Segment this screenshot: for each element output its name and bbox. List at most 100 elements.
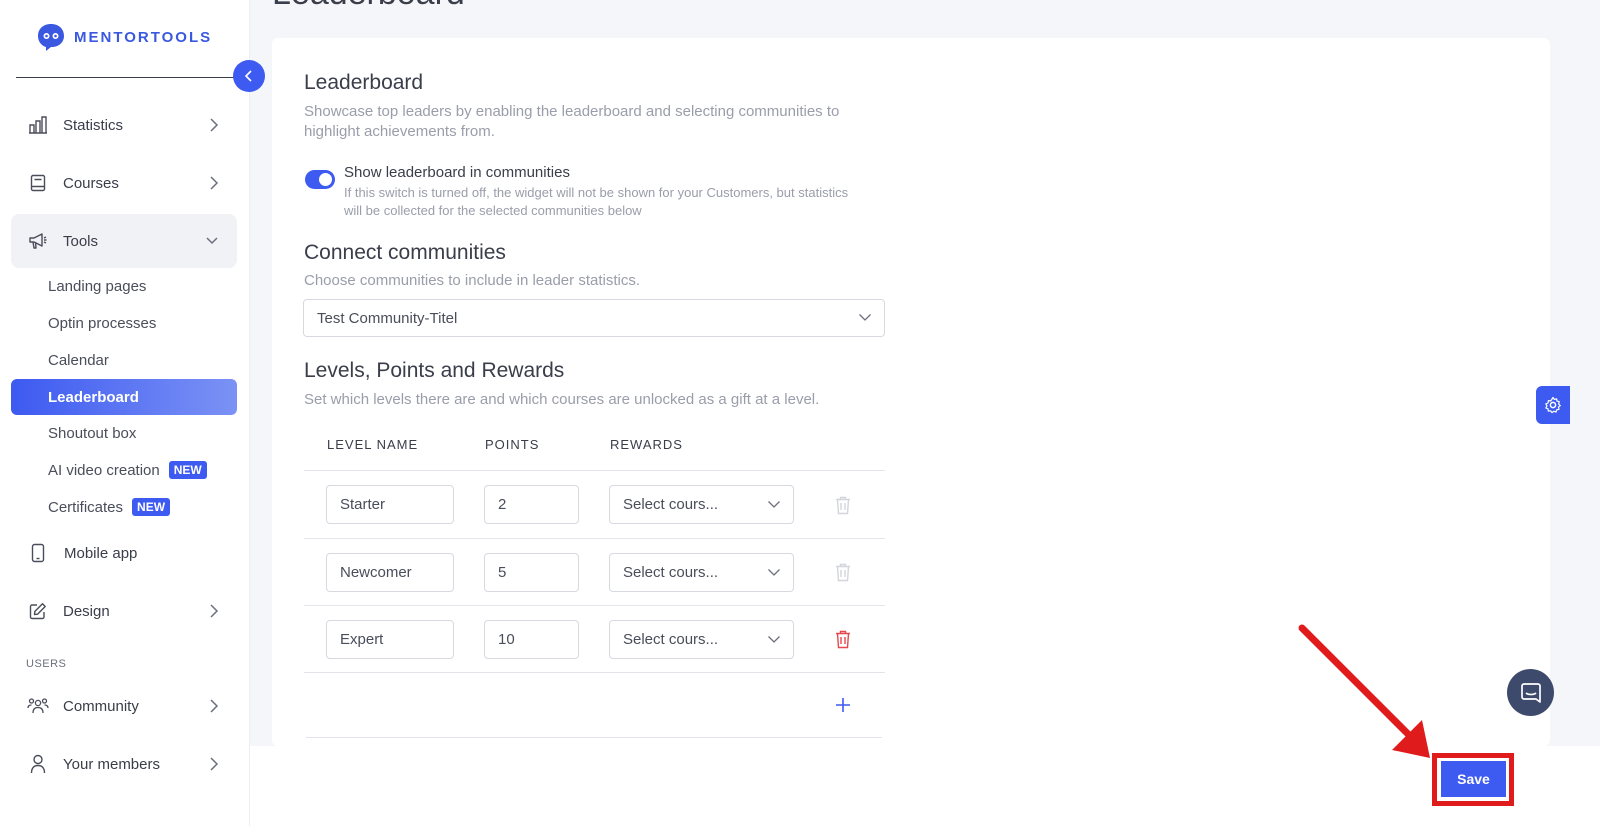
table-divider bbox=[304, 605, 885, 606]
points-input[interactable]: 2 bbox=[484, 485, 579, 524]
sidebar-item-optin-processes[interactable]: Optin processes bbox=[11, 305, 237, 341]
community-select[interactable]: Test Community-Titel bbox=[303, 299, 885, 337]
robot-logo-icon bbox=[38, 24, 64, 51]
book-icon bbox=[27, 172, 49, 194]
sidebar-item-tools[interactable]: Tools bbox=[11, 214, 237, 268]
level-name-input[interactable]: Expert bbox=[326, 620, 454, 659]
save-button[interactable]: Save bbox=[1441, 761, 1506, 797]
sidebar-item-your-members[interactable]: Your members bbox=[11, 737, 237, 791]
sidebar-item-label: Certificates bbox=[48, 498, 124, 516]
sidebar: MENTORTOOLS Statistics Courses Tools Lan… bbox=[0, 0, 250, 826]
chevron-down-icon bbox=[768, 500, 780, 508]
column-header-level-name: LEVEL NAME bbox=[327, 437, 419, 452]
communities-description: Choose communities to include in leader … bbox=[304, 272, 640, 289]
people-icon bbox=[27, 695, 49, 717]
sidebar-item-courses[interactable]: Courses bbox=[11, 156, 237, 210]
sidebar-item-design[interactable]: Design bbox=[11, 584, 237, 638]
section-label-users: USERS bbox=[26, 658, 67, 670]
sidebar-item-label: Optin processes bbox=[48, 314, 157, 332]
sidebar-item-label: Design bbox=[63, 602, 110, 620]
leaderboard-description: Showcase top leaders by enabling the lea… bbox=[304, 103, 840, 140]
points-value: 10 bbox=[498, 631, 515, 648]
chevron-right-icon bbox=[210, 176, 219, 190]
brand-name: MENTORTOOLS bbox=[74, 28, 213, 46]
reward-select[interactable]: Select cours... bbox=[609, 485, 794, 524]
sidebar-item-label: AI video creation bbox=[48, 461, 160, 479]
add-level-plus-icon[interactable] bbox=[832, 694, 854, 716]
new-badge: NEW bbox=[132, 498, 171, 516]
reward-select-value: Select cours... bbox=[623, 631, 719, 648]
sidebar-item-community[interactable]: Community bbox=[11, 679, 237, 733]
points-input[interactable]: 5 bbox=[484, 553, 579, 592]
sidebar-item-label: Leaderboard bbox=[48, 388, 139, 406]
collapse-sidebar-button[interactable] bbox=[233, 60, 265, 92]
sidebar-item-certificates[interactable]: Certificates NEW bbox=[11, 489, 237, 525]
chat-support-button[interactable] bbox=[1507, 669, 1554, 716]
divider bbox=[16, 77, 236, 78]
megaphone-icon bbox=[27, 230, 49, 252]
trash-icon[interactable] bbox=[834, 562, 852, 582]
points-value: 5 bbox=[498, 564, 507, 581]
sidebar-item-label: Shoutout box bbox=[48, 424, 137, 442]
bar-chart-icon bbox=[27, 114, 49, 136]
red-arrow-annotation-icon bbox=[1298, 624, 1430, 758]
reward-select-value: Select cours... bbox=[623, 564, 719, 581]
sidebar-item-calendar[interactable]: Calendar bbox=[11, 342, 237, 378]
table-divider bbox=[304, 470, 885, 471]
pencil-icon bbox=[27, 600, 49, 622]
chevron-right-icon bbox=[210, 604, 219, 618]
column-header-points: POINTS bbox=[485, 437, 540, 452]
sidebar-item-shoutout-box[interactable]: Shoutout box bbox=[11, 415, 237, 451]
sidebar-item-label: Community bbox=[63, 697, 139, 715]
sidebar-item-ai-video-creation[interactable]: AI video creation NEW bbox=[11, 452, 237, 488]
user-icon bbox=[27, 753, 49, 775]
settings-gear-button[interactable] bbox=[1536, 386, 1570, 424]
levels-description: Set which levels there are and which cou… bbox=[304, 391, 820, 408]
phone-icon bbox=[27, 542, 49, 564]
new-badge: NEW bbox=[168, 461, 207, 479]
sidebar-item-label: Your members bbox=[63, 755, 160, 773]
sidebar-item-mobile-app[interactable]: Mobile app bbox=[11, 526, 237, 580]
table-divider bbox=[306, 737, 882, 738]
chevron-right-icon bbox=[210, 118, 219, 132]
sidebar-item-statistics[interactable]: Statistics bbox=[11, 98, 237, 152]
sidebar-item-label: Statistics bbox=[63, 116, 124, 134]
chevron-left-icon bbox=[244, 70, 252, 82]
show-leaderboard-toggle[interactable] bbox=[305, 170, 335, 189]
sidebar-item-leaderboard[interactable]: Leaderboard bbox=[11, 379, 237, 415]
column-header-rewards: REWARDS bbox=[610, 437, 683, 452]
table-divider bbox=[304, 672, 885, 673]
sidebar-item-label: Landing pages bbox=[48, 277, 147, 295]
trash-icon[interactable] bbox=[834, 629, 852, 649]
sidebar-item-label: Mobile app bbox=[64, 544, 138, 562]
chevron-down-icon bbox=[768, 568, 780, 576]
gear-icon bbox=[1545, 396, 1561, 414]
reward-select[interactable]: Select cours... bbox=[609, 553, 794, 592]
level-name-input[interactable]: Starter bbox=[326, 485, 454, 524]
sidebar-item-label: Tools bbox=[63, 232, 99, 250]
trash-icon[interactable] bbox=[834, 495, 852, 515]
level-name-input[interactable]: Newcomer bbox=[326, 553, 454, 592]
level-name-value: Starter bbox=[340, 496, 386, 513]
points-value: 2 bbox=[498, 496, 507, 513]
reward-select-value: Select cours... bbox=[623, 496, 719, 513]
brand-logo[interactable]: MENTORTOOLS bbox=[36, 22, 212, 52]
chevron-down-icon bbox=[206, 237, 218, 245]
chat-icon bbox=[1520, 682, 1541, 703]
level-name-value: Expert bbox=[340, 631, 384, 648]
points-input[interactable]: 10 bbox=[484, 620, 579, 659]
toggle-help-text: If this switch is turned off, the widget… bbox=[344, 185, 849, 218]
communities-heading: Connect communities bbox=[304, 241, 506, 264]
chevron-right-icon bbox=[210, 699, 219, 713]
chevron-down-icon bbox=[768, 635, 780, 643]
chevron-right-icon bbox=[210, 757, 219, 771]
sidebar-item-label: Calendar bbox=[48, 351, 109, 369]
chevron-down-icon bbox=[859, 314, 871, 321]
levels-heading: Levels, Points and Rewards bbox=[304, 359, 565, 382]
toggle-label: Show leaderboard in communities bbox=[344, 164, 570, 181]
leaderboard-heading: Leaderboard bbox=[304, 71, 424, 94]
sidebar-item-landing-pages[interactable]: Landing pages bbox=[11, 268, 237, 304]
level-name-value: Newcomer bbox=[340, 564, 412, 581]
sidebar-item-label: Courses bbox=[63, 174, 119, 192]
reward-select[interactable]: Select cours... bbox=[609, 620, 794, 659]
